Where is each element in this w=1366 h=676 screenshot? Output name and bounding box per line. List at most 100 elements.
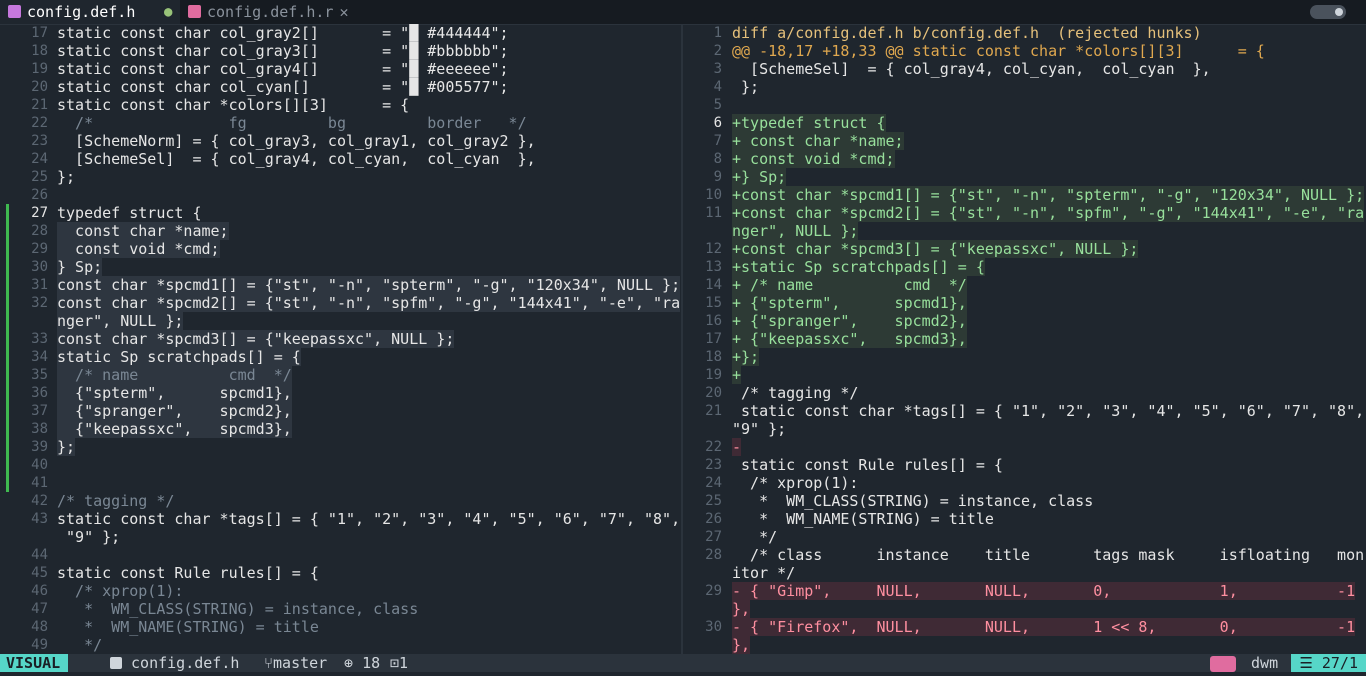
- tab-config-def-h[interactable]: config.def.h ●: [0, 0, 180, 24]
- split-divider[interactable]: [681, 24, 683, 654]
- code-line[interactable]: 2 @@ -18,17 +18,33 @@ static const char *…: [684, 42, 1366, 60]
- code-line[interactable]: 47 * WM_CLASS(STRING) = instance, class: [0, 600, 680, 618]
- code-line[interactable]: 17 + {"keepassxc", spcmd3},: [684, 330, 1366, 348]
- git-sign-added: [6, 312, 9, 330]
- line-number: 20: [705, 385, 722, 401]
- code-line[interactable]: 45 static const Rule rules[] = {: [0, 564, 680, 582]
- code-line[interactable]: 25};: [0, 168, 680, 186]
- code-line[interactable]: 33 const char *spcmd3[] = {"keepassxc", N…: [0, 330, 680, 348]
- editor-pane-left[interactable]: 17 static const char col_gray2[] = "█ #44…: [0, 24, 680, 654]
- code-line[interactable]: 42 /* tagging */: [0, 492, 680, 510]
- code-line[interactable]: 6 +typedef struct {: [684, 114, 1366, 132]
- code-line[interactable]: 48 * WM_NAME(STRING) = title: [0, 618, 680, 636]
- code-line[interactable]: 22-: [684, 438, 1366, 456]
- line-text: {"keepassxc", spcmd3},: [57, 420, 292, 438]
- code-line[interactable]: 9 +} Sp;: [684, 168, 1366, 186]
- line-number: 6: [713, 115, 722, 131]
- line-number: 24: [705, 475, 722, 491]
- editor-pane-right[interactable]: 1 diff a/config.def.h b/config.def.h (rej…: [684, 24, 1366, 654]
- code-line[interactable]: 20 static const char col_cyan[] = "█ #005…: [0, 78, 680, 96]
- code-line[interactable]: 18 static const char col_gray3[] = "█ #bb…: [0, 42, 680, 60]
- command-line[interactable]: [0, 672, 1366, 676]
- code-line[interactable]: 29 - { "Gimp", NULL, NULL, 0, 1, -1: [684, 582, 1366, 600]
- line-text: nger", NULL };: [57, 312, 184, 330]
- code-line[interactable]: 22 /* fg bg border */: [0, 114, 680, 132]
- code-line[interactable]: 44: [0, 546, 680, 564]
- line-number: 24: [31, 151, 48, 167]
- code-line[interactable]: 49 */: [0, 636, 680, 654]
- code-line[interactable]: 1 diff a/config.def.h b/config.def.h (rej…: [684, 24, 1366, 42]
- code-line[interactable]: "9" };: [0, 528, 680, 546]
- code-line[interactable]: 14 + /* name cmd */: [684, 276, 1366, 294]
- code-line[interactable]: 36 {"spterm", spcmd1},: [0, 384, 680, 402]
- code-line[interactable]: 35 /* name cmd */: [0, 366, 680, 384]
- code-line[interactable]: },: [684, 600, 1366, 618]
- code-line[interactable]: 30 - { "Firefox", NULL, NULL, 1 << 8, 0, …: [684, 618, 1366, 636]
- close-icon[interactable]: ✕: [339, 3, 348, 21]
- code-line[interactable]: 26: [0, 186, 680, 204]
- code-line[interactable]: 11 +const char *spcmd2[] = {"st", "-n", "…: [684, 204, 1366, 222]
- code-line[interactable]: 21 static const char *tags[] = { "1", "2…: [684, 402, 1366, 420]
- code-line[interactable]: 15 + {"spterm", spcmd1},: [684, 294, 1366, 312]
- code-line[interactable]: 32 const char *spcmd2[] = {"st", "-n", "s…: [0, 294, 680, 312]
- code-line[interactable]: },: [684, 636, 1366, 654]
- status-filetype: dwm: [1210, 654, 1278, 672]
- code-line[interactable]: 25 * WM_CLASS(STRING) = instance, class: [684, 492, 1366, 510]
- code-line[interactable]: 29 const void *cmd;: [0, 240, 680, 258]
- code-line[interactable]: nger", NULL };: [0, 312, 680, 330]
- code-line[interactable]: 37 {"spranger", spcmd2},: [0, 402, 680, 420]
- code-line[interactable]: 10 +const char *spcmd1[] = {"st", "-n", "…: [684, 186, 1366, 204]
- code-line[interactable]: 24 /* xprop(1):: [684, 474, 1366, 492]
- tab-config-def-h-r[interactable]: config.def.h.r ✕: [180, 0, 360, 24]
- code-line[interactable]: 34 static Sp scratchpads[] = {: [0, 348, 680, 366]
- code-line[interactable]: 13 +static Sp scratchpads[] = {: [684, 258, 1366, 276]
- dot-square-icon: ⊡: [390, 654, 400, 672]
- line-text: const char *spcmd3[] = {"keepassxc", NUL…: [57, 330, 455, 348]
- line-text: };: [57, 168, 76, 186]
- code-line[interactable]: 20 /* tagging */: [684, 384, 1366, 402]
- code-line[interactable]: 23 [SchemeNorm] = { col_gray3, col_gray1…: [0, 132, 680, 150]
- code-line[interactable]: nger", NULL };: [684, 222, 1366, 240]
- line-number: 2: [713, 43, 722, 59]
- line-text: /* tagging */: [57, 492, 175, 510]
- code-line[interactable]: 41: [0, 474, 680, 492]
- code-line[interactable]: 30} Sp;: [0, 258, 680, 276]
- code-line[interactable]: 28 /* class instance title tags mask isf…: [684, 546, 1366, 564]
- line-number: 48: [31, 619, 48, 635]
- code-line[interactable]: 8 + const void *cmd;: [684, 150, 1366, 168]
- code-line[interactable]: 7 + const char *name;: [684, 132, 1366, 150]
- line-text: + {"spranger", spcmd2},: [732, 312, 967, 330]
- code-line[interactable]: 24 [SchemeSel] = { col_gray4, col_cyan, …: [0, 150, 680, 168]
- code-line[interactable]: 38 {"keepassxc", spcmd3},: [0, 420, 680, 438]
- code-line[interactable]: 23 static const Rule rules[] = {: [684, 456, 1366, 474]
- code-line[interactable]: 12 +const char *spcmd3[] = {"keepassxc", …: [684, 240, 1366, 258]
- code-line[interactable]: 3 [SchemeSel] = { col_gray4, col_cyan, c…: [684, 60, 1366, 78]
- code-line[interactable]: 16 + {"spranger", spcmd2},: [684, 312, 1366, 330]
- code-line[interactable]: 27 */: [684, 528, 1366, 546]
- code-line[interactable]: 39};: [0, 438, 680, 456]
- code-line[interactable]: 28 const char *name;: [0, 222, 680, 240]
- line-number: 14: [705, 277, 722, 293]
- code-line[interactable]: 31 const char *spcmd1[] = {"st", "-n", "s…: [0, 276, 680, 294]
- line-number: 28: [31, 223, 48, 239]
- line-text: typedef struct {: [57, 204, 202, 222]
- code-line[interactable]: 27 typedef struct {: [0, 204, 680, 222]
- code-line[interactable]: itor */: [684, 564, 1366, 582]
- line-text: @@ -18,17 +18,33 @@ static const char *c…: [732, 42, 1265, 60]
- code-line[interactable]: 4 };: [684, 78, 1366, 96]
- code-line[interactable]: 19 +: [684, 366, 1366, 384]
- line-number: 13: [705, 259, 722, 275]
- code-line[interactable]: 17 static const char col_gray2[] = "█ #44…: [0, 24, 680, 42]
- code-line[interactable]: 21 static const char *colors[][3] = {: [0, 96, 680, 114]
- code-line[interactable]: 46 /* xprop(1):: [0, 582, 680, 600]
- code-line[interactable]: 43 static const char *tags[] = { "1", "2"…: [0, 510, 680, 528]
- toggle-switch[interactable]: [1310, 5, 1346, 19]
- code-line[interactable]: 19 static const char col_gray4[] = "█ #ee…: [0, 60, 680, 78]
- line-number: 15: [705, 295, 722, 311]
- code-line[interactable]: 18 +};: [684, 348, 1366, 366]
- code-line[interactable]: "9" };: [684, 420, 1366, 438]
- line-text: * WM_NAME(STRING) = title: [732, 510, 994, 528]
- code-line[interactable]: 40: [0, 456, 680, 474]
- code-line[interactable]: 26 * WM_NAME(STRING) = title: [684, 510, 1366, 528]
- code-line[interactable]: 5: [684, 96, 1366, 114]
